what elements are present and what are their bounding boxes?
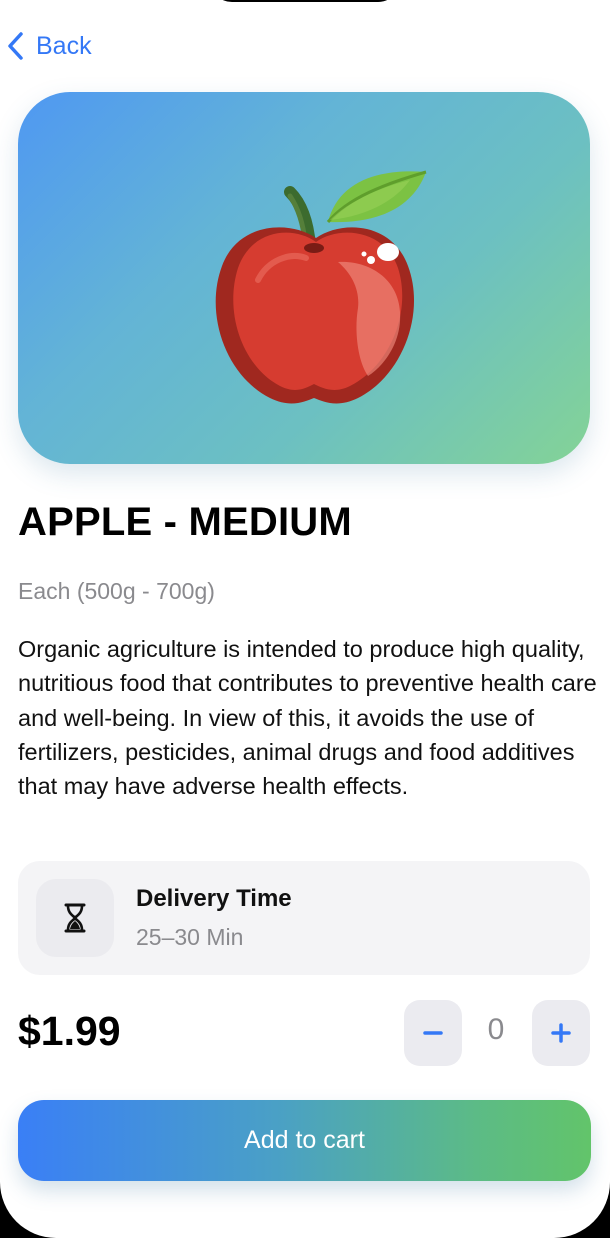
- chevron-left-icon: [8, 32, 23, 60]
- product-image-card: [18, 92, 590, 464]
- apple-icon: [215, 170, 427, 404]
- delivery-time-label: Delivery Time: [136, 885, 292, 912]
- product-unit: Each (500g - 700g): [18, 578, 215, 604]
- product-title: APPLE - MEDIUM: [18, 500, 352, 544]
- hourglass-icon: [64, 903, 86, 933]
- back-label: Back: [36, 31, 92, 60]
- decrement-button[interactable]: [404, 1000, 462, 1066]
- product-price: $1.99: [18, 1008, 121, 1054]
- quantity-value: 0: [487, 1013, 505, 1046]
- delivery-time-value: 25–30 Min: [136, 924, 244, 950]
- delivery-time-card: Delivery Time 25–30 Min: [18, 861, 590, 975]
- add-to-cart-label: Add to cart: [244, 1126, 365, 1154]
- hourglass-icon-container: [36, 879, 114, 957]
- plus-icon: [551, 1023, 571, 1043]
- back-button[interactable]: Back: [6, 28, 92, 64]
- product-description: Organic agriculture is intended to produ…: [18, 636, 597, 800]
- minus-icon: [423, 1031, 443, 1035]
- increment-button[interactable]: [532, 1000, 590, 1066]
- add-to-cart-button[interactable]: Add to cart: [18, 1100, 591, 1181]
- product-detail-screen: Back APPLE - MEDIUM Each (500g - 700g) O: [0, 0, 610, 1238]
- device-notch: [210, 0, 400, 2]
